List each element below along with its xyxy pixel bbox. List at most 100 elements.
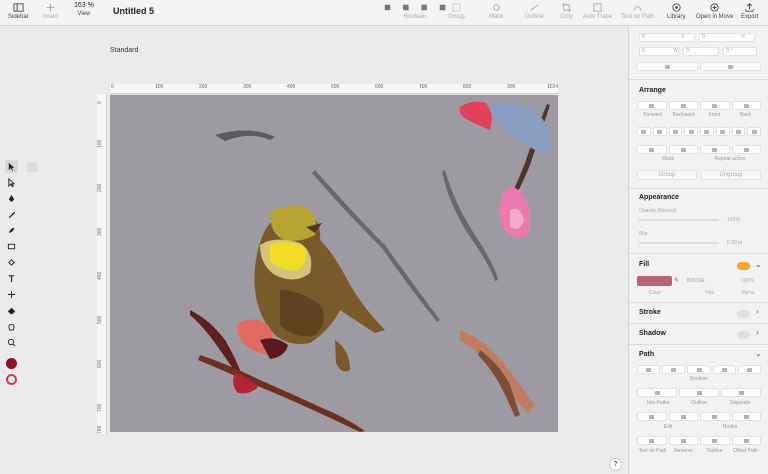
reverse-button[interactable] (668, 436, 698, 445)
join-paths-button[interactable] (637, 388, 677, 397)
fill-hex-value[interactable]: B8636E (687, 278, 705, 284)
group-button[interactable]: Group (448, 2, 465, 20)
distribute-h-icon (735, 129, 741, 134)
fill-color-well[interactable] (637, 276, 672, 286)
select-tool[interactable] (4, 160, 18, 173)
fill-alpha-value[interactable]: 100% (741, 278, 754, 284)
repeat-action-button-a[interactable] (700, 145, 730, 154)
flip-horizontal-button[interactable] (637, 62, 698, 71)
hand-tool[interactable] (5, 320, 18, 333)
y-field[interactable]: 0 (699, 33, 755, 42)
nodes-button-b[interactable] (731, 412, 761, 421)
mask-button-a[interactable] (637, 145, 667, 154)
node-icon (712, 414, 718, 419)
divide-button[interactable] (737, 365, 762, 374)
separate-button[interactable] (721, 388, 761, 397)
nodes-button-a[interactable] (700, 412, 730, 421)
union-button[interactable] (637, 365, 661, 374)
fill-title: Fill (639, 261, 650, 268)
document-title[interactable]: Untitled 5 (113, 6, 154, 16)
align-bottom-button[interactable] (715, 127, 730, 136)
rotation-field[interactable]: 0 ° (723, 47, 757, 56)
pen-tool[interactable] (5, 192, 18, 205)
opacity-slider[interactable] (639, 219, 719, 221)
knife-tool[interactable] (5, 288, 18, 301)
crop-button[interactable]: Crop (560, 2, 573, 20)
chevron-down-icon[interactable]: ⌄ (755, 260, 762, 269)
ungroup-button[interactable]: Ungroup (701, 170, 761, 180)
text-tool[interactable] (5, 272, 18, 285)
align-top-button[interactable] (684, 127, 698, 136)
x-field[interactable]: 0 (639, 33, 695, 42)
edit-button-a[interactable] (637, 412, 667, 421)
outline2-label: Outline (706, 448, 723, 454)
help-button[interactable]: ? (609, 458, 622, 471)
difference-button[interactable] (712, 365, 736, 374)
forward-button[interactable] (637, 101, 667, 110)
export-button[interactable]: Export (741, 2, 758, 20)
sidebar-button[interactable]: Sidebar (8, 2, 29, 20)
repeat-action-button-b[interactable] (731, 145, 761, 154)
eraser-tool[interactable] (5, 304, 18, 317)
divider (629, 302, 768, 303)
intersect-button[interactable] (687, 365, 711, 374)
library-button[interactable]: Library (667, 2, 685, 20)
auto-trace-button[interactable]: Auto Trace (583, 2, 612, 20)
blur-value[interactable]: 0.00 pt (727, 240, 742, 246)
subtract-button[interactable] (662, 365, 686, 374)
group-button-panel[interactable]: Group (637, 170, 697, 180)
insert-button[interactable]: Insert (43, 2, 58, 20)
outline-path-button[interactable] (679, 388, 719, 397)
fill-tool[interactable] (5, 256, 18, 269)
mask-button-b[interactable] (668, 145, 698, 154)
sidebar-label: Sidebar (8, 14, 29, 20)
fill-color-swatch[interactable] (5, 358, 17, 369)
offset-path-icon (743, 438, 749, 443)
ruler-tick: 700 (419, 84, 428, 90)
chevron-right-icon[interactable]: › (756, 328, 759, 337)
direct-select-tool[interactable] (5, 176, 18, 189)
chevron-right-icon[interactable]: › (756, 307, 759, 316)
stroke-color-swatch[interactable] (5, 374, 17, 385)
pencil-tool[interactable] (5, 208, 18, 221)
align-right-button[interactable] (668, 127, 683, 136)
artboard-label[interactable]: Standard (110, 47, 138, 54)
zoom-tool[interactable] (5, 336, 18, 349)
fill-toggle[interactable] (737, 262, 750, 270)
offset-path-button[interactable] (731, 436, 761, 445)
back-button[interactable] (731, 101, 761, 110)
boolean-button[interactable]: Boolean (380, 2, 450, 20)
opacity-value[interactable]: 100% (727, 217, 740, 223)
edit-button-b[interactable] (668, 412, 698, 421)
h-field[interactable]: 0 (683, 47, 719, 56)
library-label: Library (667, 14, 686, 20)
canvas-toggle-button[interactable] (27, 162, 38, 172)
text-on-path-button[interactable]: Text on Path (621, 2, 654, 20)
flip-vertical-button[interactable] (700, 62, 761, 71)
front-button[interactable] (700, 101, 730, 110)
open-in-move-button[interactable]: Open in Move (696, 2, 733, 20)
align-middle-button[interactable] (700, 127, 714, 136)
front-icon (712, 103, 718, 108)
view-button[interactable]: 163 % View (74, 2, 94, 17)
backward-button[interactable] (668, 101, 698, 110)
crop-label: Crop (560, 14, 574, 20)
stroke-toggle[interactable] (737, 310, 750, 318)
ruler-tick: 500 (331, 84, 340, 90)
chevron-down-icon[interactable]: ⌄ (755, 349, 762, 358)
outline-button[interactable]: Outline (525, 2, 544, 20)
text-on-path-panel-button[interactable] (637, 436, 667, 445)
align-left-button[interactable] (637, 127, 651, 136)
blur-slider[interactable] (639, 242, 719, 244)
outline-stroke-button[interactable] (700, 436, 730, 445)
align-center-button[interactable] (652, 127, 667, 136)
shape-tool[interactable] (5, 240, 18, 253)
eyedropper-icon[interactable]: ✎ (674, 277, 679, 284)
shadow-toggle[interactable] (737, 331, 750, 339)
distribute-h-button[interactable] (731, 127, 746, 136)
bird-illustration[interactable] (110, 95, 558, 432)
mask-button[interactable]: Mask (489, 2, 503, 20)
brush-tool[interactable] (5, 224, 18, 237)
artboard[interactable] (110, 95, 558, 432)
distribute-v-button[interactable] (747, 127, 761, 136)
